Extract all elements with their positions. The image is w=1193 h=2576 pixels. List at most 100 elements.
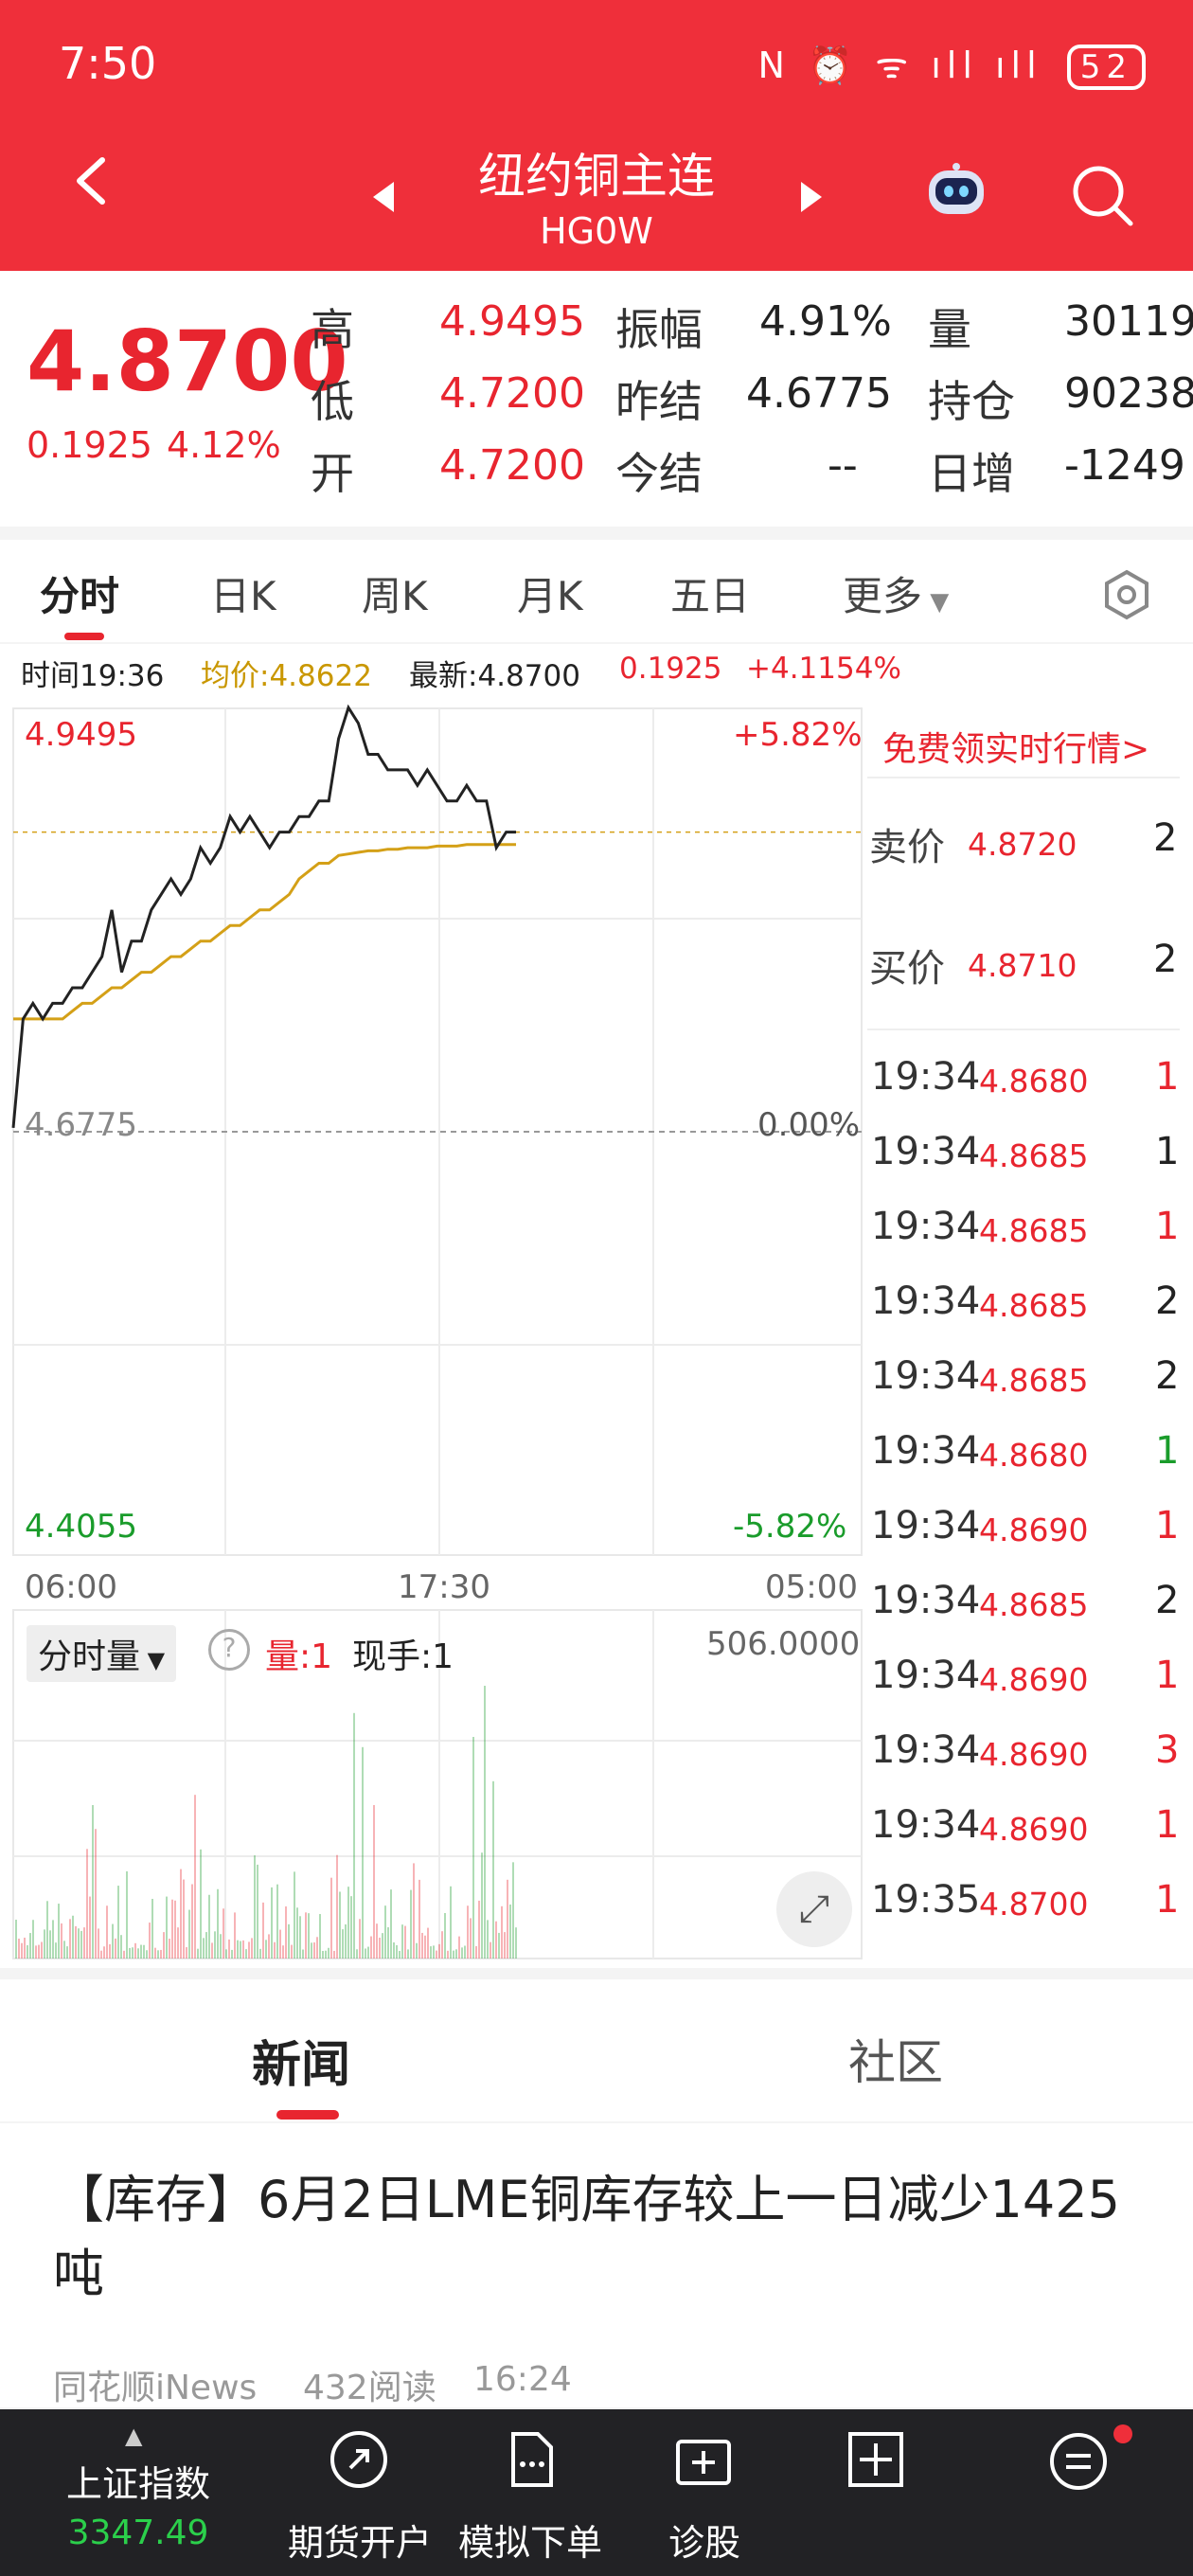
bid-volume: 2 [1153, 938, 1178, 981]
volume-selector-label: 分时量 [38, 1637, 141, 1676]
menu-icon[interactable] [1047, 2430, 1110, 2493]
help-icon[interactable]: ? [208, 1629, 250, 1671]
volume-bar [285, 1905, 287, 1959]
volume-bar [410, 1889, 412, 1959]
volume-bar [424, 1935, 426, 1959]
volume-bar [311, 1942, 312, 1959]
volume-bar [132, 1947, 134, 1959]
news-time: 16:24 [473, 2360, 572, 2399]
volume-bar [169, 1939, 170, 1959]
diagnose-icon[interactable] [672, 2428, 735, 2491]
y-pct-low: -5.82% [733, 1508, 847, 1546]
promo-link[interactable]: 免费领实时行情> [882, 722, 1149, 771]
volume-bar [345, 1923, 347, 1959]
tick-time: 19:34 [871, 1354, 981, 1398]
tick-volume: 1 [1155, 1055, 1180, 1099]
tick-volume: 2 [1155, 1279, 1180, 1323]
volume-bar [390, 1889, 392, 1959]
news-source: 同花顺iNews [53, 2369, 258, 2407]
bid-price: 4.8710 [968, 947, 1077, 984]
volume-bar [362, 1746, 364, 1959]
ask-label: 卖价 [869, 826, 945, 869]
volume-bar [41, 1941, 43, 1959]
y-pct-zero: 0.00% [757, 1106, 861, 1144]
document-icon[interactable] [500, 2428, 562, 2491]
tick-price: 4.8680 [979, 1063, 1089, 1100]
volume-bar [294, 1871, 295, 1959]
tick-row: 19:35 4.8700 1 [869, 1878, 1182, 1935]
tick-volume: 1 [1155, 1654, 1180, 1697]
volume-bar [279, 1929, 281, 1959]
volume-bar [475, 1945, 477, 1959]
index-name[interactable]: 上证指数 [44, 2455, 233, 2507]
volume-bar [308, 1913, 310, 1959]
nav-futures-account[interactable]: 期货开户 [265, 2513, 454, 2566]
volume-bar [282, 1945, 284, 1959]
volume-bar [231, 1949, 233, 1959]
volume-bar [504, 1932, 506, 1959]
volume-bar [507, 1879, 508, 1959]
tick-time: 19:34 [871, 1803, 981, 1847]
tick-time: 19:34 [871, 1579, 981, 1622]
volume-bar [336, 1854, 338, 1959]
volume-bar [393, 1941, 395, 1959]
volume-selector[interactable]: 分时量 ▼ [27, 1625, 177, 1682]
volume-max: 506.0000 [706, 1625, 861, 1663]
volume-bar [407, 1949, 409, 1959]
news-headline[interactable]: 【库存】6月2日LME铜库存较上一日减少1425吨 [53, 2163, 1142, 2311]
volume-bar [69, 1919, 71, 1959]
nav-diagnose-stock[interactable]: 诊股 [610, 2513, 799, 2566]
volume-bar [365, 1948, 366, 1959]
tick-time: 19:34 [871, 1279, 981, 1323]
add-icon[interactable] [845, 2428, 907, 2491]
account-open-icon[interactable] [328, 2428, 390, 2491]
current-hand: 现手:1 [352, 1637, 454, 1676]
volume-bar [228, 1939, 230, 1959]
tab-news[interactable]: 新闻 [252, 2025, 350, 2096]
assistant-robot-icon[interactable] [923, 161, 989, 220]
volume-bar [470, 1918, 472, 1959]
tick-row: 19:34 4.8690 1 [869, 1654, 1182, 1710]
tick-price: 4.8700 [979, 1886, 1089, 1923]
label-open-interest: 持仓 [928, 376, 1015, 427]
volume-bar [276, 1884, 278, 1959]
fullscreen-icon[interactable]: ⤢ [776, 1871, 852, 1947]
volume-bar [240, 1941, 241, 1959]
index-value: 3347.49 [67, 2513, 209, 2552]
tick-price: 4.8685 [979, 1287, 1089, 1324]
volume-bar [100, 1950, 102, 1959]
tick-time: 19:34 [871, 1728, 981, 1772]
volume-bar [379, 1937, 381, 1959]
volume-bar [464, 1945, 466, 1959]
tab-community[interactable]: 社区 [848, 2025, 943, 2093]
nav-simulated-order[interactable]: 模拟下单 [436, 2513, 625, 2566]
volume-bar [134, 1942, 136, 1959]
search-icon[interactable] [1070, 163, 1136, 229]
x-tick-start: 06:00 [25, 1568, 117, 1606]
volume-bar [106, 1905, 108, 1959]
settings-icon[interactable] [1100, 568, 1153, 621]
volume-bar [208, 1894, 210, 1959]
volume-bar [61, 1923, 62, 1959]
volume-bar [333, 1950, 335, 1959]
volume-bar [302, 1949, 304, 1959]
tick-price: 4.8690 [979, 1512, 1089, 1548]
volume-bar [217, 1888, 219, 1959]
news-item[interactable]: 【库存】6月2日LME铜库存较上一日减少1425吨 同花顺iNews 432阅读… [0, 2123, 1193, 2407]
volume-bar [501, 1905, 503, 1959]
tick-volume: 1 [1155, 1878, 1180, 1922]
volume-bar [186, 1947, 187, 1959]
volume-bar [83, 1927, 85, 1959]
volume-bar [305, 1912, 307, 1959]
volume-bar [447, 1950, 449, 1959]
x-tick-end: 05:00 [765, 1568, 858, 1606]
volume-bar [245, 1949, 247, 1959]
volume-bar [220, 1934, 222, 1959]
tick-row: 19:34 4.8685 1 [869, 1205, 1182, 1261]
y-tick-prev-settle: 4.6775 [25, 1106, 137, 1144]
tick-row: 19:34 4.8690 1 [869, 1504, 1182, 1561]
volume-bar [418, 1879, 420, 1959]
volume-bar [254, 1855, 256, 1959]
volume-bar [200, 1849, 202, 1959]
tick-volume: 1 [1155, 1429, 1180, 1473]
